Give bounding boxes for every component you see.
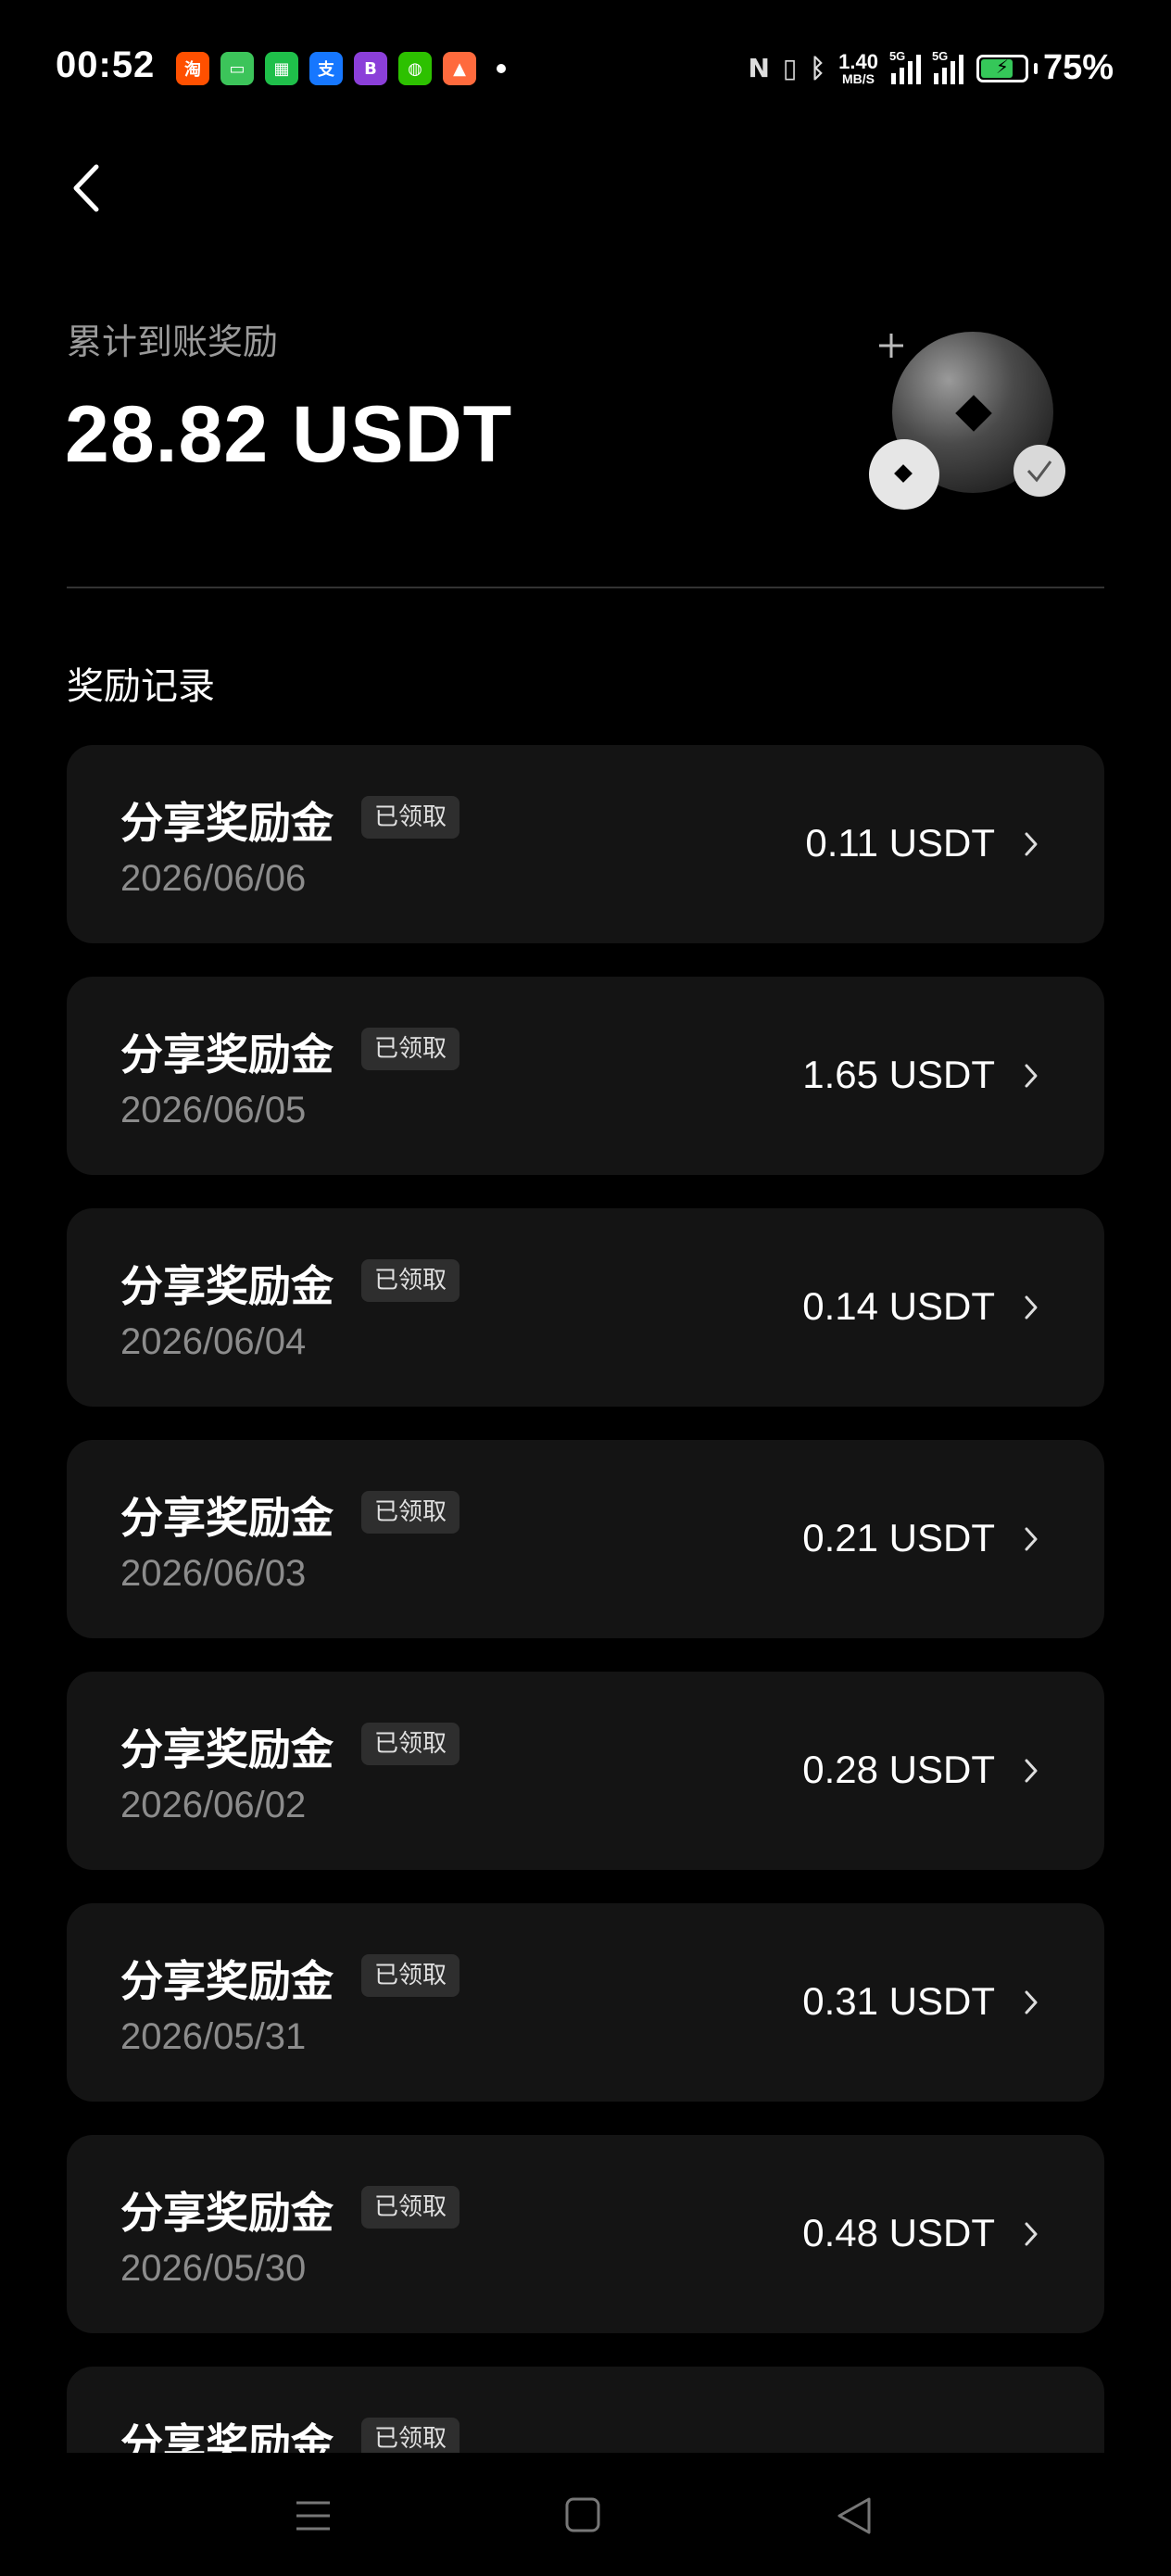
record-card[interactable]: 分享奖励金 已领取 2026/06/02 0.28 USDT xyxy=(67,1672,1104,1870)
network-speed-unit: MB/S xyxy=(842,70,875,86)
messages-icon: ▭ xyxy=(220,52,254,85)
records-title: 奖励记录 xyxy=(67,665,215,708)
signal-strength-icon-2: 5G xyxy=(932,49,963,84)
system-nav-bar xyxy=(0,2453,1171,2576)
total-rewards-amount: 28.82 USDT xyxy=(65,390,513,479)
record-date: 2026/05/31 xyxy=(120,2016,307,2057)
chevron-left-icon xyxy=(73,164,99,212)
network-speed-value: 1.40 xyxy=(838,49,878,73)
record-amount: 1.65 USDT xyxy=(802,1053,995,1096)
record-status-badge: 已领取 xyxy=(361,1259,460,1302)
total-rewards-label: 累计到账奖励 xyxy=(67,322,279,362)
record-title: 分享奖励金 xyxy=(120,1724,334,1774)
app-grid-icon: ▦ xyxy=(265,52,298,85)
system-back-button[interactable] xyxy=(832,2494,876,2538)
record-status-badge: 已领取 xyxy=(361,1723,460,1765)
plus-icon xyxy=(879,334,903,358)
status-indicators: N ▯ ᛒ 1.40 MB/S 5G 5G ⚡ 75% xyxy=(748,48,1114,88)
signal-strength-icon: 5G xyxy=(889,49,921,84)
record-date: 2026/06/05 xyxy=(120,1090,307,1130)
record-title: 分享奖励金 xyxy=(120,2188,334,2238)
record-card[interactable]: 分享奖励金 已领取 2026/06/04 0.14 USDT xyxy=(67,1208,1104,1407)
more-notifications-icon xyxy=(497,64,506,73)
menu-icon xyxy=(296,2501,330,2531)
chevron-right-icon xyxy=(1025,2222,1038,2246)
record-card[interactable]: 分享奖励金 已领取 xyxy=(67,2367,1104,2453)
network-speed: 1.40 MB/S xyxy=(838,49,878,86)
record-title: 分享奖励金 xyxy=(120,1261,334,1311)
gallery-icon: ▲ xyxy=(443,52,476,85)
record-amount: 0.11 USDT xyxy=(805,821,995,865)
record-amount: 0.48 USDT xyxy=(802,2211,995,2254)
wechat-icon: ◍ xyxy=(398,52,432,85)
record-card[interactable]: 分享奖励金 已领取 2026/05/31 0.31 USDT xyxy=(67,1903,1104,2102)
record-status-badge: 已领取 xyxy=(361,2418,460,2453)
divider xyxy=(67,587,1104,588)
record-status-badge: 已领取 xyxy=(361,796,460,839)
coin-illustration xyxy=(862,306,1084,519)
bank-icon: B xyxy=(354,52,387,85)
notification-icons: 淘 ▭ ▦ 支 B ◍ ▲ xyxy=(176,52,506,85)
record-status-badge: 已领取 xyxy=(361,1028,460,1070)
record-status-badge: 已领取 xyxy=(361,1491,460,1534)
chevron-right-icon xyxy=(1025,832,1038,856)
status-time: 00:52 xyxy=(56,44,156,85)
vibrate-icon: ▯ xyxy=(782,53,798,83)
record-title: 分享奖励金 xyxy=(120,1029,334,1080)
chevron-right-icon xyxy=(1025,1295,1038,1320)
chevron-right-icon xyxy=(1025,1527,1038,1551)
record-date: 2026/05/30 xyxy=(120,2248,307,2289)
chevron-right-icon xyxy=(1025,1990,1038,2014)
record-amount: 0.21 USDT xyxy=(802,1516,995,1559)
chevron-right-icon xyxy=(1025,1759,1038,1783)
record-card[interactable]: 分享奖励金 已领取 2026/06/06 0.11 USDT xyxy=(67,745,1104,943)
taobao-icon: 淘 xyxy=(176,52,209,85)
record-amount: 0.28 USDT xyxy=(802,1748,995,1791)
record-date: 2026/06/06 xyxy=(120,858,307,899)
record-amount: 0.14 USDT xyxy=(802,1284,995,1328)
record-card[interactable]: 分享奖励金 已领取 2026/06/05 1.65 USDT xyxy=(67,977,1104,1175)
record-date: 2026/06/02 xyxy=(120,1785,307,1825)
recent-apps-button[interactable] xyxy=(291,2494,335,2538)
record-status-badge: 已领取 xyxy=(361,1954,460,1997)
alipay-icon: 支 xyxy=(309,52,343,85)
signal-label: 5G xyxy=(888,48,906,63)
record-title: 分享奖励金 xyxy=(120,798,334,848)
back-button[interactable] xyxy=(65,159,111,217)
record-title: 分享奖励金 xyxy=(120,1493,334,1543)
back-triangle-icon xyxy=(837,2497,871,2534)
signal-label-2: 5G xyxy=(931,48,949,63)
record-card[interactable]: 分享奖励金 已领取 2026/06/03 0.21 USDT xyxy=(67,1440,1104,1638)
chevron-right-icon xyxy=(1025,1064,1038,1088)
record-date: 2026/06/04 xyxy=(120,1321,307,1362)
home-icon xyxy=(565,2497,600,2532)
nfc-icon: N xyxy=(748,53,770,83)
battery-percent: 75% xyxy=(1042,48,1114,87)
bluetooth-icon: ᛒ xyxy=(810,53,826,83)
record-amount: 0.31 USDT xyxy=(802,1979,995,2023)
home-button[interactable] xyxy=(561,2494,606,2538)
record-date: 2026/06/03 xyxy=(120,1553,307,1594)
status-bar: 00:52 淘 ▭ ▦ 支 B ◍ ▲ N ▯ ᛒ 1.40 MB/S 5G 5G ⚡ xyxy=(0,0,1171,139)
record-card[interactable]: 分享奖励金 已领取 2026/05/30 0.48 USDT xyxy=(67,2135,1104,2333)
records-list: 分享奖励金 已领取 2026/06/06 0.11 USDT 分享奖励金 已领取 2026/… xyxy=(67,745,1104,2453)
record-title: 分享奖励金 xyxy=(120,2419,334,2453)
battery-icon: ⚡ 75% xyxy=(976,48,1114,88)
record-status-badge: 已领取 xyxy=(361,2186,460,2229)
record-title: 分享奖励金 xyxy=(120,1956,334,2006)
